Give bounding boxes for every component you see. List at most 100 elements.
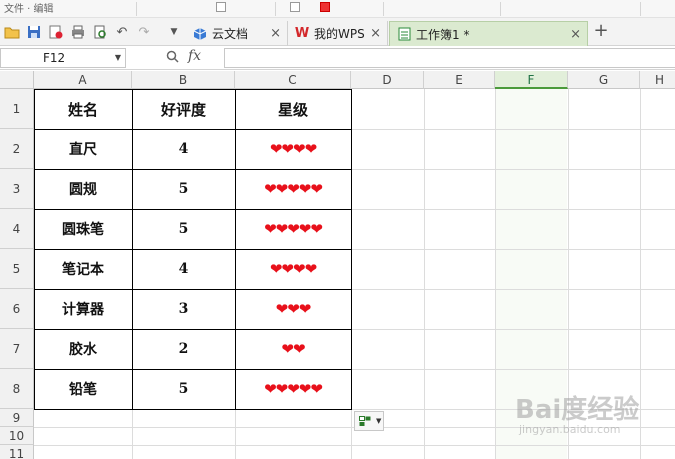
zoom-search-icon[interactable] [166, 50, 179, 66]
column-header-h[interactable]: H [640, 71, 675, 89]
header-cell[interactable]: 好评度 [132, 89, 235, 129]
rating-cell[interactable]: 5 [132, 169, 235, 209]
column-header-b[interactable]: B [132, 71, 235, 89]
paste-options-icon [359, 415, 371, 426]
formula-input[interactable] [224, 48, 675, 68]
ribbon-divider [640, 2, 641, 16]
chevron-down-icon[interactable]: ▼ [376, 417, 381, 425]
close-icon[interactable]: × [370, 26, 381, 41]
name-cell[interactable]: 计算器 [34, 289, 132, 329]
cell-text: 4 [178, 141, 189, 157]
gridline-vertical [424, 89, 425, 459]
close-icon[interactable]: × [570, 27, 581, 42]
column-header-a[interactable]: A [34, 71, 132, 89]
insert-function-icon[interactable]: fx [188, 48, 201, 64]
formula-tools: fx [126, 48, 226, 68]
table-border [34, 89, 352, 90]
save-icon[interactable] [26, 24, 42, 40]
table-border [34, 169, 352, 170]
name-cell[interactable]: 胶水 [34, 329, 132, 369]
cell-text: 铅笔 [69, 382, 97, 398]
table-border [34, 289, 352, 290]
tab-label: 云文档 [212, 27, 249, 41]
name-cell[interactable]: 直尺 [34, 129, 132, 169]
ribbon-mini-button[interactable] [216, 2, 226, 12]
rating-cell[interactable]: 3 [132, 289, 235, 329]
print-preview-icon[interactable] [92, 24, 108, 40]
undo-icon[interactable]: ↶ [114, 24, 130, 40]
row-header-7[interactable]: 7 [0, 329, 34, 369]
row-header-1[interactable]: 1 [0, 89, 34, 129]
rating-cell[interactable]: 4 [132, 129, 235, 169]
gridline-horizontal [34, 445, 675, 446]
name-cell[interactable]: 铅笔 [34, 369, 132, 409]
heart-rating-icons: ❤❤❤❤❤ [264, 380, 323, 398]
tab-label: 我的WPS [314, 27, 365, 41]
row-header-8[interactable]: 8 [0, 369, 34, 409]
name-cell[interactable]: 笔记本 [34, 249, 132, 289]
column-header-f[interactable]: F [495, 71, 568, 89]
rating-cell[interactable]: 5 [132, 209, 235, 249]
export-pdf-icon[interactable] [48, 24, 64, 40]
row-header-2[interactable]: 2 [0, 129, 34, 169]
name-box[interactable]: F12 ▼ [0, 48, 126, 68]
row-header-11[interactable]: 11 [0, 445, 34, 459]
rating-cell[interactable]: 5 [132, 369, 235, 409]
paste-options-button[interactable]: ▼ [354, 411, 384, 431]
row-header-6[interactable]: 6 [0, 289, 34, 329]
watermark-logo-text: Bai度经验 [515, 395, 640, 425]
new-tab-button[interactable]: + [593, 20, 609, 41]
table-border [34, 129, 352, 130]
cloud-docs-icon [192, 26, 208, 42]
rating-cell[interactable]: 4 [132, 249, 235, 289]
cell-text: 4 [178, 261, 189, 277]
heart-rating-icons: ❤❤ [281, 340, 305, 358]
column-header-e[interactable]: E [424, 71, 495, 89]
heart-rating-icons: ❤❤❤❤ [269, 140, 317, 158]
column-header-d[interactable]: D [351, 71, 424, 89]
ribbon-divider [500, 2, 501, 16]
ribbon-strip: 文件 · 编辑 [0, 0, 675, 18]
stars-cell[interactable]: ❤❤ [235, 329, 351, 369]
column-header-c[interactable]: C [235, 71, 351, 89]
print-icon[interactable] [70, 24, 86, 40]
row-header-5[interactable]: 5 [0, 249, 34, 289]
stars-cell[interactable]: ❤❤❤❤❤ [235, 369, 351, 409]
stars-cell[interactable]: ❤❤❤ [235, 289, 351, 329]
ribbon-color-button[interactable] [320, 2, 330, 12]
tab-workbook1[interactable]: 工作簿1 * × [389, 21, 588, 46]
table-border [34, 369, 352, 370]
header-cell[interactable]: 姓名 [34, 89, 132, 129]
header-cell[interactable]: 星级 [235, 89, 351, 129]
select-all-corner[interactable] [0, 71, 34, 89]
ribbon-divider [383, 2, 384, 16]
ribbon-mini-button[interactable] [290, 2, 300, 12]
cell-text: 2 [178, 341, 189, 357]
row-header-4[interactable]: 4 [0, 209, 34, 249]
redo-icon[interactable]: ↷ [136, 24, 152, 40]
row-header-9[interactable]: 9 [0, 409, 34, 427]
stars-cell[interactable]: ❤❤❤❤❤ [235, 209, 351, 249]
cell-text: 笔记本 [62, 262, 104, 278]
close-icon[interactable]: × [270, 26, 281, 41]
name-cell[interactable]: 圆珠笔 [34, 209, 132, 249]
rating-cell[interactable]: 2 [132, 329, 235, 369]
stars-cell[interactable]: ❤❤❤❤ [235, 249, 351, 289]
quick-access-dropdown-icon[interactable]: ▼ [166, 24, 182, 40]
name-cell[interactable]: 圆规 [34, 169, 132, 209]
table-border [34, 209, 352, 210]
row-header-3[interactable]: 3 [0, 169, 34, 209]
cell-text: 圆珠笔 [62, 222, 104, 238]
heart-rating-icons: ❤❤❤❤ [269, 260, 317, 278]
tab-my-wps[interactable]: W 我的WPS × [288, 21, 388, 46]
column-header-g[interactable]: G [568, 71, 640, 89]
chevron-down-icon[interactable]: ▼ [115, 49, 121, 67]
tab-cloud-docs[interactable]: 云文档 × [186, 21, 288, 46]
baidu-watermark: Bai度经验 jingyan.baidu.com [515, 385, 675, 445]
row-header-10[interactable]: 10 [0, 427, 34, 445]
stars-cell[interactable]: ❤❤❤❤ [235, 129, 351, 169]
table-border [34, 329, 352, 330]
open-folder-icon[interactable] [4, 24, 20, 40]
stars-cell[interactable]: ❤❤❤❤❤ [235, 169, 351, 209]
heart-rating-icons: ❤❤❤ [275, 300, 312, 318]
